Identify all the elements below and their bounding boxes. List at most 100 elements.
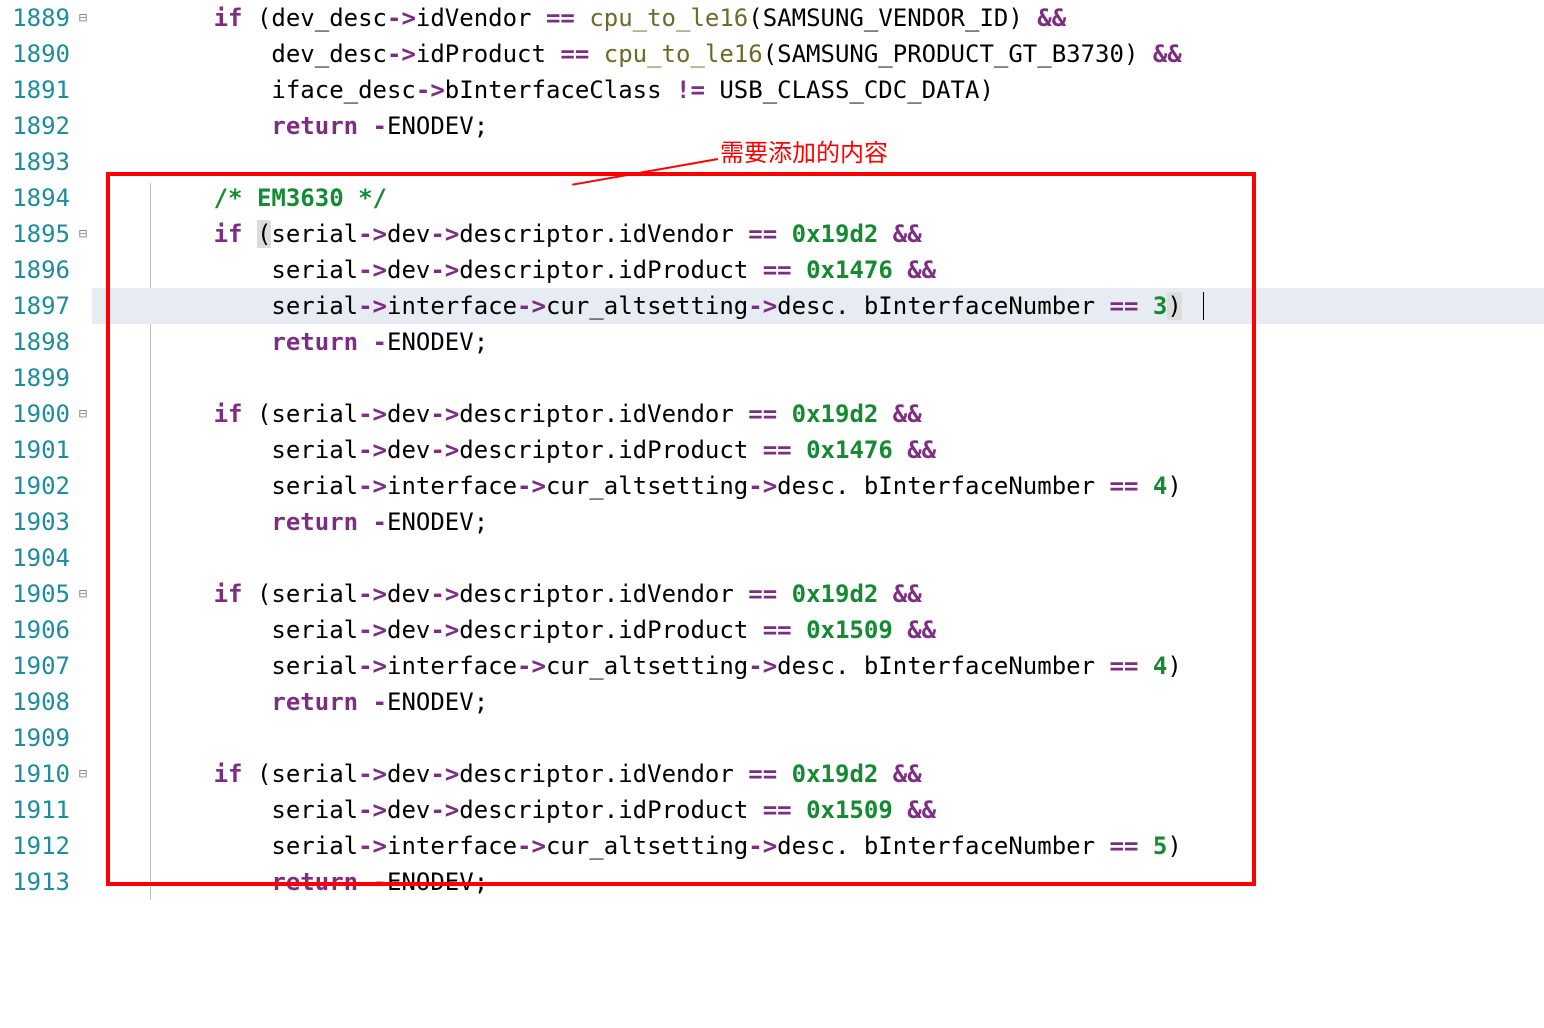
code-line[interactable]: 1901 serial->dev->descriptor.idProduct =… bbox=[0, 432, 1544, 468]
identifier: dev bbox=[387, 220, 430, 248]
code-line[interactable]: 1909 bbox=[0, 720, 1544, 756]
line-number[interactable]: 1908 bbox=[0, 684, 74, 720]
line-number[interactable]: 1892 bbox=[0, 108, 74, 144]
code-line[interactable]: 1893 bbox=[0, 144, 1544, 180]
operator: - bbox=[373, 508, 387, 536]
line-number[interactable]: 1911 bbox=[0, 792, 74, 828]
identifier: serial bbox=[271, 796, 358, 824]
code-line[interactable]: 1890 dev_desc->idProduct == cpu_to_le16(… bbox=[0, 36, 1544, 72]
fold-toggle-icon[interactable]: ⊟ bbox=[74, 0, 92, 36]
code-content[interactable]: return -ENODEV; bbox=[92, 324, 1544, 360]
line-number[interactable]: 1897 bbox=[0, 288, 74, 324]
code-content[interactable]: if (dev_desc->idVendor == cpu_to_le16(SA… bbox=[92, 0, 1544, 36]
line-number[interactable]: 1904 bbox=[0, 540, 74, 576]
code-content[interactable]: return -ENODEV; bbox=[92, 108, 1544, 144]
code-content[interactable]: serial->interface->cur_altsetting->desc.… bbox=[92, 828, 1544, 864]
line-number[interactable]: 1903 bbox=[0, 504, 74, 540]
code-line[interactable]: 1902 serial->interface->cur_altsetting->… bbox=[0, 468, 1544, 504]
code-content[interactable]: if (serial->dev->descriptor.idVendor == … bbox=[92, 756, 1544, 792]
operator: - bbox=[373, 688, 387, 716]
code-line[interactable]: 1899 bbox=[0, 360, 1544, 396]
line-number[interactable]: 1900 bbox=[0, 396, 74, 432]
code-line[interactable]: 1891 iface_desc->bInterfaceClass != USB_… bbox=[0, 72, 1544, 108]
line-number[interactable]: 1905 bbox=[0, 576, 74, 612]
line-number[interactable]: 1899 bbox=[0, 360, 74, 396]
code-content[interactable]: serial->dev->descriptor.idProduct == 0x1… bbox=[92, 792, 1544, 828]
line-number[interactable]: 1889 bbox=[0, 0, 74, 36]
code-content[interactable]: iface_desc->bInterfaceClass != USB_CLASS… bbox=[92, 72, 1544, 108]
identifier: ) bbox=[1167, 472, 1181, 500]
identifier: . bbox=[604, 760, 618, 788]
identifier: descriptor bbox=[459, 220, 604, 248]
line-number[interactable]: 1906 bbox=[0, 612, 74, 648]
line-number[interactable]: 1912 bbox=[0, 828, 74, 864]
identifier: serial bbox=[271, 256, 358, 284]
code-content[interactable]: serial->dev->descriptor.idProduct == 0x1… bbox=[92, 252, 1544, 288]
line-number[interactable]: 1891 bbox=[0, 72, 74, 108]
code-line[interactable]: 1898 return -ENODEV; bbox=[0, 324, 1544, 360]
line-number[interactable]: 1895 bbox=[0, 216, 74, 252]
code-line[interactable]: 1895⊟ if (serial->dev->descriptor.idVend… bbox=[0, 216, 1544, 252]
code-line[interactable]: 1912 serial->interface->cur_altsetting->… bbox=[0, 828, 1544, 864]
line-number[interactable]: 1902 bbox=[0, 468, 74, 504]
line-number[interactable]: 1910 bbox=[0, 756, 74, 792]
fold-toggle-icon[interactable]: ⊟ bbox=[74, 756, 92, 792]
code-line[interactable]: 1896 serial->dev->descriptor.idProduct =… bbox=[0, 252, 1544, 288]
operator: && bbox=[893, 400, 922, 428]
code-content[interactable]: if (serial->dev->descriptor.idVendor == … bbox=[92, 576, 1544, 612]
identifier: ENODEV bbox=[387, 688, 474, 716]
code-line[interactable]: 1907 serial->interface->cur_altsetting->… bbox=[0, 648, 1544, 684]
code-content[interactable]: serial->interface->cur_altsetting->desc.… bbox=[92, 288, 1544, 324]
fold-toggle-icon[interactable]: ⊟ bbox=[74, 576, 92, 612]
identifier: idVendor bbox=[618, 760, 734, 788]
line-number[interactable]: 1898 bbox=[0, 324, 74, 360]
identifier: ) bbox=[1008, 4, 1022, 32]
operator: -> bbox=[358, 832, 387, 860]
code-content[interactable]: if (serial->dev->descriptor.idVendor == … bbox=[92, 396, 1544, 432]
code-content[interactable]: return -ENODEV; bbox=[92, 504, 1544, 540]
code-line[interactable]: 1903 return -ENODEV; bbox=[0, 504, 1544, 540]
bracket-close-highlight: ) bbox=[1167, 292, 1181, 320]
identifier: dev bbox=[387, 580, 430, 608]
code-line[interactable]: 1894 /* EM3630 */ bbox=[0, 180, 1544, 216]
code-content[interactable]: return -ENODEV; bbox=[92, 684, 1544, 720]
code-line[interactable]: 1889⊟ if (dev_desc->idVendor == cpu_to_l… bbox=[0, 0, 1544, 36]
code-line[interactable]: 1897 serial->interface->cur_altsetting->… bbox=[0, 288, 1544, 324]
line-number[interactable]: 1901 bbox=[0, 432, 74, 468]
code-line[interactable]: 1910⊟ if (serial->dev->descriptor.idVend… bbox=[0, 756, 1544, 792]
code-line[interactable]: 1905⊟ if (serial->dev->descriptor.idVend… bbox=[0, 576, 1544, 612]
code-content[interactable]: serial->dev->descriptor.idProduct == 0x1… bbox=[92, 432, 1544, 468]
identifier: dev_desc bbox=[271, 4, 387, 32]
line-number[interactable]: 1896 bbox=[0, 252, 74, 288]
code-content[interactable]: serial->interface->cur_altsetting->desc.… bbox=[92, 468, 1544, 504]
line-number[interactable]: 1890 bbox=[0, 36, 74, 72]
fold-toggle-icon[interactable]: ⊟ bbox=[74, 396, 92, 432]
line-number[interactable]: 1913 bbox=[0, 864, 74, 900]
code-content[interactable]: return -ENODEV; bbox=[92, 864, 1544, 900]
code-line[interactable]: 1904 bbox=[0, 540, 1544, 576]
operator: - bbox=[373, 868, 387, 896]
code-line[interactable]: 1911 serial->dev->descriptor.idProduct =… bbox=[0, 792, 1544, 828]
fold-toggle-icon[interactable]: ⊟ bbox=[74, 216, 92, 252]
code-line[interactable]: 1900⊟ if (serial->dev->descriptor.idVend… bbox=[0, 396, 1544, 432]
identifier: idProduct bbox=[618, 616, 748, 644]
operator: == bbox=[1110, 292, 1139, 320]
code-content[interactable]: dev_desc->idProduct == cpu_to_le16(SAMSU… bbox=[92, 36, 1544, 72]
operator: -> bbox=[358, 220, 387, 248]
code-content[interactable]: serial->interface->cur_altsetting->desc.… bbox=[92, 648, 1544, 684]
line-number[interactable]: 1907 bbox=[0, 648, 74, 684]
code-line[interactable]: 1913 return -ENODEV; bbox=[0, 864, 1544, 900]
code-content[interactable]: serial->dev->descriptor.idProduct == 0x1… bbox=[92, 612, 1544, 648]
code-line[interactable]: 1892 return -ENODEV; bbox=[0, 108, 1544, 144]
code-content[interactable]: /* EM3630 */ bbox=[92, 180, 1544, 216]
code-line[interactable]: 1906 serial->dev->descriptor.idProduct =… bbox=[0, 612, 1544, 648]
code-line[interactable]: 1908 return -ENODEV; bbox=[0, 684, 1544, 720]
line-number[interactable]: 1893 bbox=[0, 144, 74, 180]
code-editor[interactable]: 1889⊟ if (dev_desc->idVendor == cpu_to_l… bbox=[0, 0, 1544, 900]
line-number[interactable]: 1894 bbox=[0, 180, 74, 216]
operator: == bbox=[560, 40, 589, 68]
line-number[interactable]: 1909 bbox=[0, 720, 74, 756]
identifier: cur_altsetting bbox=[546, 652, 748, 680]
code-content[interactable]: if (serial->dev->descriptor.idVendor == … bbox=[92, 216, 1544, 252]
number-literal: 0x19d2 bbox=[792, 220, 879, 248]
